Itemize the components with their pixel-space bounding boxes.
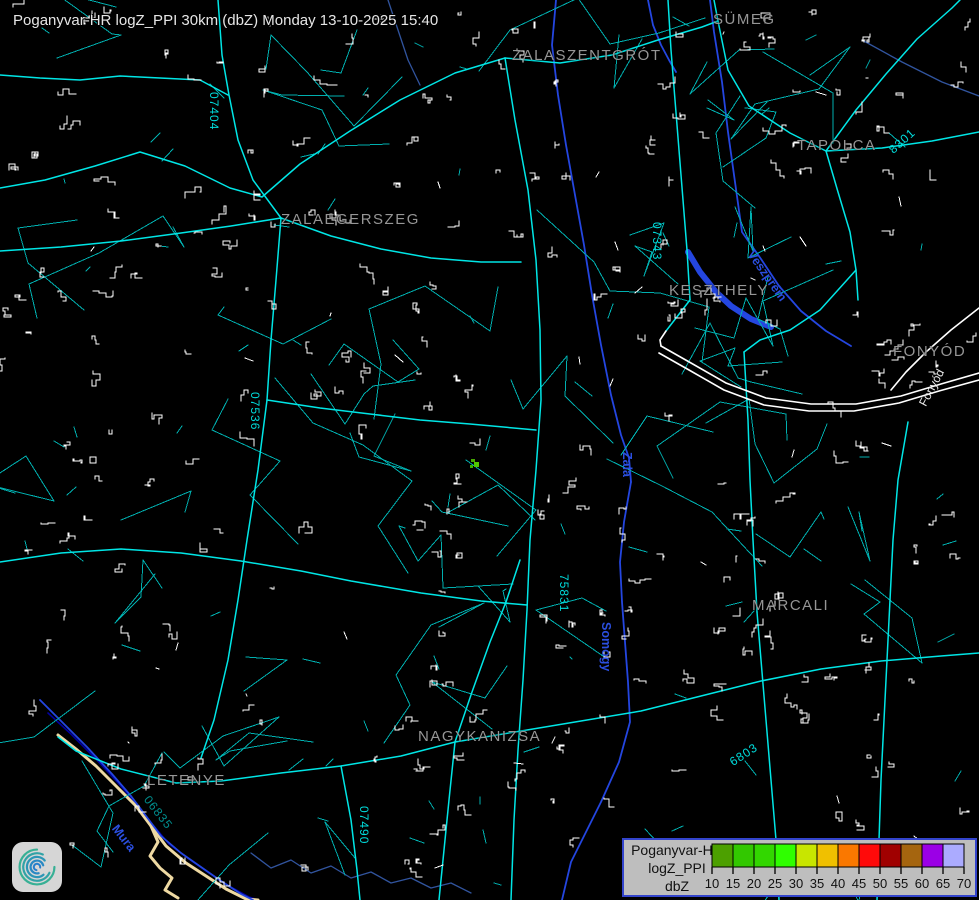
dbz-cell-40 (838, 844, 859, 867)
dbz-cell-35 (817, 844, 838, 867)
dbz-tick-55: 55 (894, 876, 908, 891)
dbz-cell-60 (922, 844, 943, 867)
dbz-cell-65 (943, 844, 964, 867)
product-title: Poganyvar-HR logZ_PPI 30km (dbZ) Monday … (13, 12, 438, 29)
dbz-cell-20 (754, 844, 775, 867)
dbz-tick-70: 70 (957, 876, 971, 891)
dbz-tick-40: 40 (831, 876, 845, 891)
dbz-cell-45 (859, 844, 880, 867)
dbz-tick-25: 25 (768, 876, 782, 891)
dbz-cell-10 (712, 844, 733, 867)
dbz-tick-10: 10 (705, 876, 719, 891)
color-scale-legend: Poganyvar-HR logZ_PPI dbZ 10152025303540… (622, 838, 977, 897)
spiral-icon (15, 845, 59, 889)
dbz-cell-15 (733, 844, 754, 867)
dbz-tick-15: 15 (726, 876, 740, 891)
dbz-tick-50: 50 (873, 876, 887, 891)
radar-viewer: ZALASZENTGRÓTSÜMEGTAPOLCAZALAEGERSZEGKES… (0, 0, 979, 900)
dbz-tick-60: 60 (915, 876, 929, 891)
dbz-cell-25 (775, 844, 796, 867)
dbz-cell-50 (880, 844, 901, 867)
dbz-color-scale: 10 15 20 25 30 35 40 45 50 55 60 65 70 (703, 841, 973, 894)
dbz-cell-30 (796, 844, 817, 867)
met-spiral-logo[interactable] (12, 842, 62, 892)
dbz-tick-65: 65 (936, 876, 950, 891)
map-canvas (0, 0, 979, 900)
dbz-tick-20: 20 (747, 876, 761, 891)
dbz-cell-55 (901, 844, 922, 867)
dbz-tick-45: 45 (852, 876, 866, 891)
dbz-tick-35: 35 (810, 876, 824, 891)
dbz-tick-30: 30 (789, 876, 803, 891)
